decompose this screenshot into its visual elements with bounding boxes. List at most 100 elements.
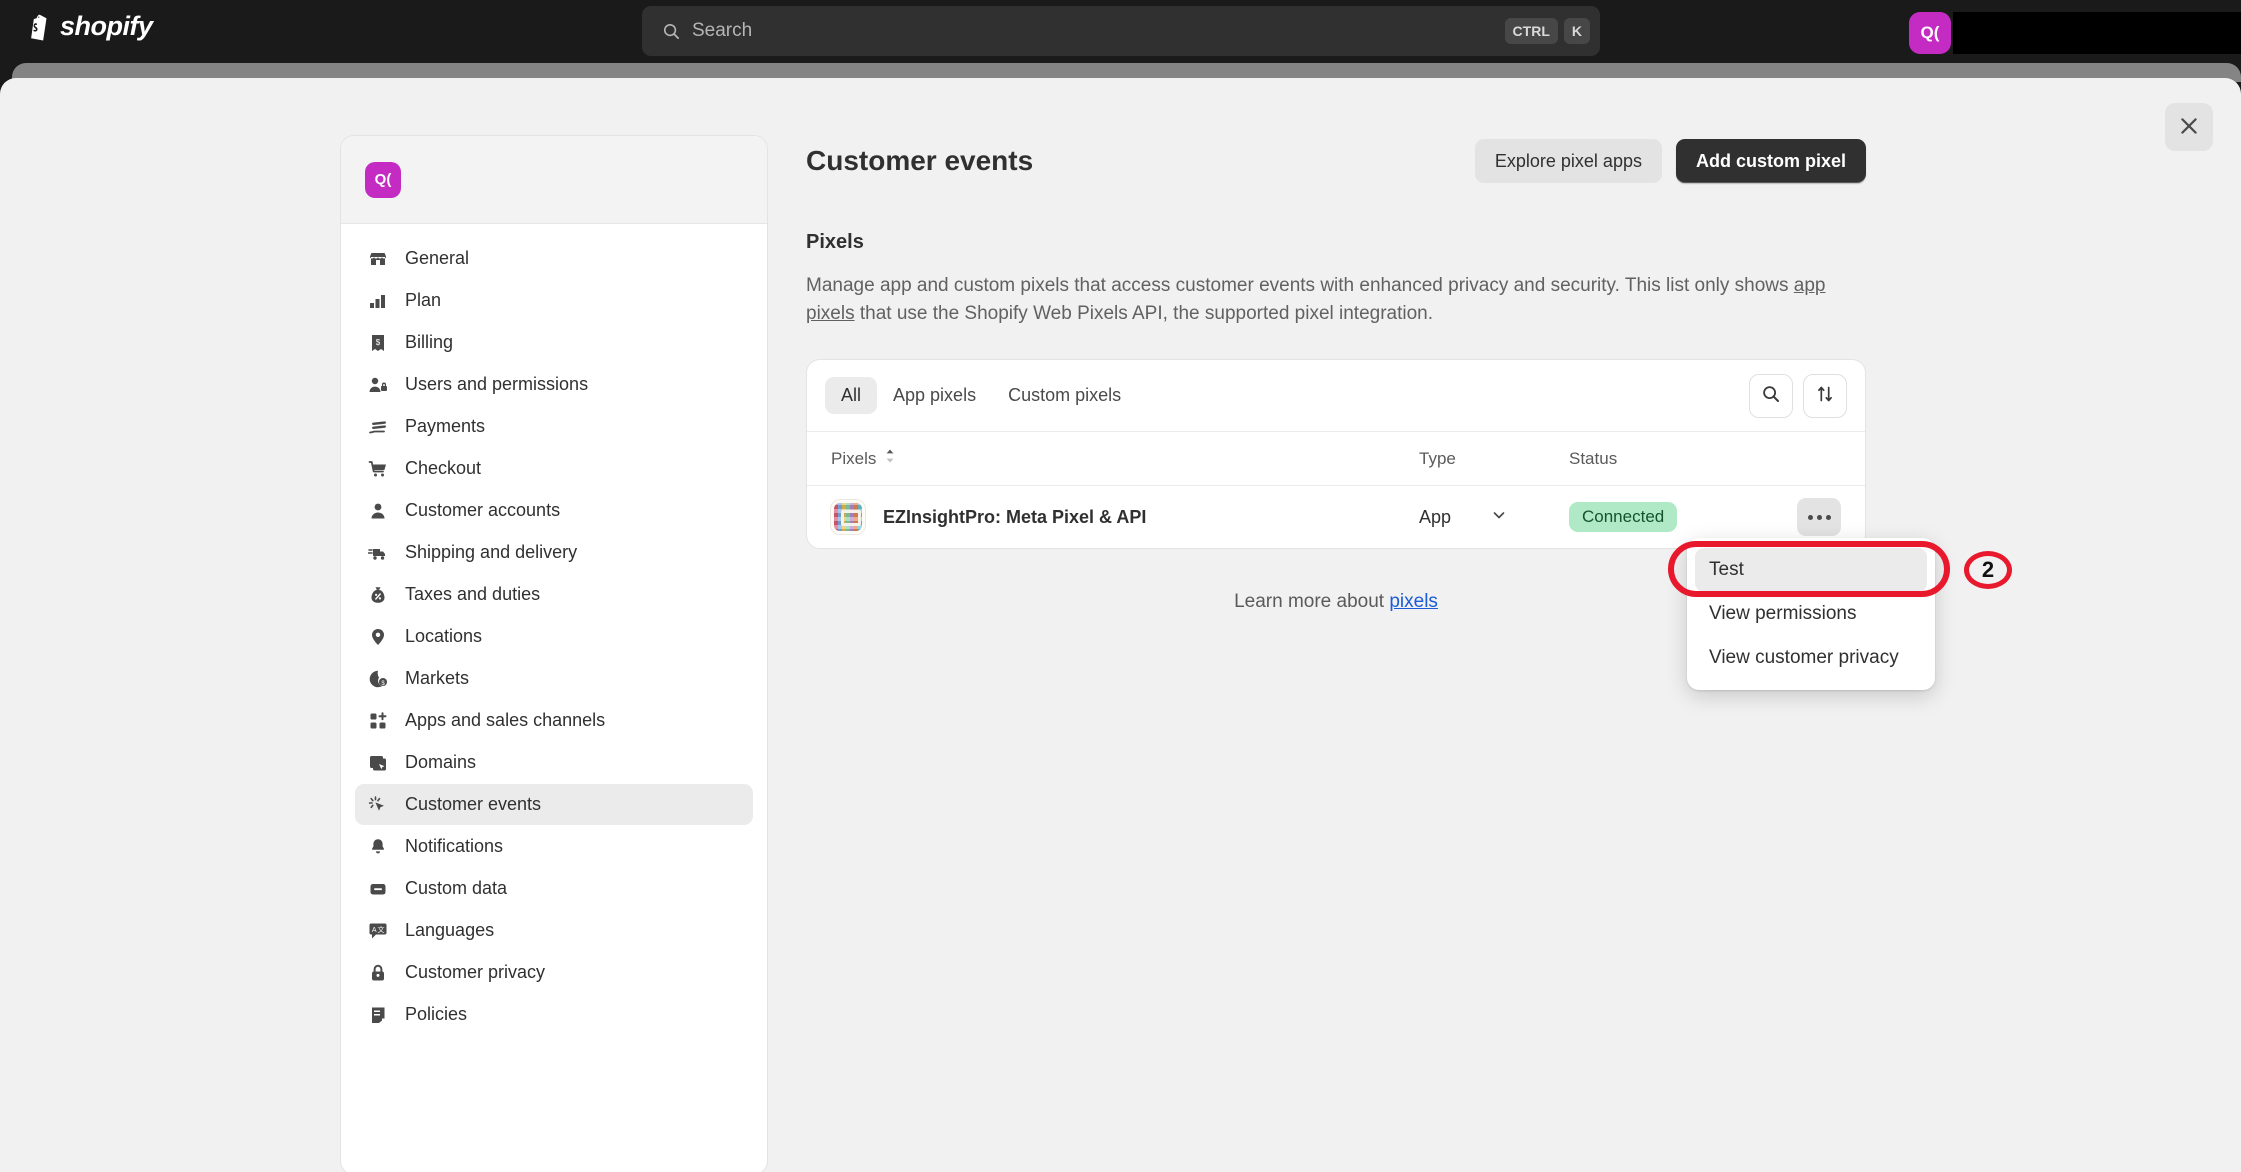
page-header: Customer events Explore pixel apps Add c…: [806, 135, 1866, 187]
globe-dollar-icon: $: [367, 668, 389, 690]
sidebar-item-payments[interactable]: Payments: [355, 406, 753, 447]
pixel-type-cell: App: [1419, 507, 1569, 528]
sidebar-item-policies[interactable]: Policies: [355, 994, 753, 1035]
sidebar-item-languages[interactable]: A文 Languages: [355, 910, 753, 951]
popover-item-view-customer-privacy[interactable]: View customer privacy: [1695, 636, 1927, 680]
settings-nav-header[interactable]: Q(: [341, 136, 767, 224]
shopify-logo[interactable]: shopify: [22, 11, 153, 42]
store-account-chip[interactable]: Q(: [1909, 8, 2241, 58]
table-search-button[interactable]: [1749, 373, 1793, 418]
description-text-part2: that use the Shopify Web Pixels API, the…: [854, 302, 1434, 324]
column-header-pixels-label: Pixels: [831, 448, 877, 468]
shopify-logo-text: shopify: [60, 11, 153, 41]
sidebar-item-checkout[interactable]: Checkout: [355, 448, 753, 489]
sidebar-item-apps-and-sales-channels[interactable]: Apps and sales channels: [355, 700, 753, 741]
sidebar-item-label: Custom data: [405, 878, 508, 898]
column-header-pixels[interactable]: Pixels: [831, 447, 1419, 470]
sidebar-item-billing[interactable]: $ Billing: [355, 322, 753, 363]
money-bag-percent-icon: [367, 584, 389, 606]
popover-item-view-permissions[interactable]: View permissions: [1695, 592, 1927, 636]
sidebar-item-domains[interactable]: Domains: [355, 742, 753, 783]
pixels-link[interactable]: pixels: [1389, 591, 1438, 612]
search-shortcut-key: K: [1563, 18, 1590, 44]
store-icon: [367, 248, 389, 270]
table-header-row: Pixels Type Status: [807, 432, 1865, 487]
column-header-status: Status: [1569, 448, 1618, 468]
policies-icon: [367, 1004, 389, 1026]
search-icon: [662, 22, 681, 41]
sidebar-item-label: Shipping and delivery: [405, 542, 578, 562]
pixel-actions-cell: [1779, 498, 1841, 537]
sidebar-item-label: Customer accounts: [405, 500, 561, 520]
sort-arrows-icon: [1815, 384, 1835, 407]
sidebar-item-customer-privacy[interactable]: Customer privacy: [355, 952, 753, 993]
bell-icon: [367, 836, 389, 858]
shopify-bag-icon: [22, 12, 52, 42]
sidebar-item-label: Policies: [405, 1004, 468, 1024]
settings-nav-list: General Plan $ Billing Users and permiss…: [341, 224, 767, 1049]
delivery-truck-icon: [367, 542, 389, 564]
sidebar-item-plan[interactable]: Plan: [355, 280, 753, 321]
svg-text:文: 文: [378, 925, 385, 934]
location-pin-icon: [367, 626, 389, 648]
chevron-down-icon[interactable]: [1491, 507, 1507, 528]
chart-bar-icon: [367, 290, 389, 312]
table-sort-button[interactable]: [1803, 373, 1847, 418]
sort-chevrons-icon: [884, 447, 896, 470]
sidebar-item-custom-data[interactable]: Custom data: [355, 868, 753, 909]
column-header-type: Type: [1419, 448, 1456, 468]
svg-text:A: A: [372, 927, 377, 934]
sidebar-item-label: Checkout: [405, 458, 482, 478]
section-description: Manage app and custom pixels that access…: [806, 272, 1836, 327]
sidebar-item-label: Notifications: [405, 836, 504, 856]
store-name-redacted: [1953, 12, 2241, 54]
status-badge: Connected: [1569, 502, 1678, 533]
sidebar-item-general[interactable]: General: [355, 238, 753, 279]
sidebar-item-label: Customer events: [405, 794, 542, 814]
add-custom-pixel-button[interactable]: Add custom pixel: [1675, 139, 1866, 183]
global-search-input[interactable]: Search CTRL K: [642, 6, 1600, 56]
sidebar-item-label: Plan: [405, 290, 442, 310]
tab-app-pixels[interactable]: App pixels: [877, 377, 992, 414]
payment-card-icon: [367, 416, 389, 438]
sidebar-item-notifications[interactable]: Notifications: [355, 826, 753, 867]
sidebar-item-label: Markets: [405, 668, 470, 688]
pixel-name: EZInsightPro: Meta Pixel & API: [883, 506, 1147, 527]
row-actions-button[interactable]: [1797, 498, 1841, 537]
app-thumbnail-icon: [831, 500, 865, 535]
person-icon: [367, 500, 389, 522]
sidebar-item-label: Payments: [405, 416, 486, 436]
sidebar-item-users-and-permissions[interactable]: Users and permissions: [355, 364, 753, 405]
lock-icon: [367, 962, 389, 984]
search-icon: [1761, 384, 1781, 407]
tab-all[interactable]: All: [825, 377, 878, 415]
sidebar-item-locations[interactable]: Locations: [355, 616, 753, 657]
pixel-status-cell: Connected: [1569, 502, 1779, 533]
sidebar-item-label: Users and permissions: [405, 374, 589, 394]
search-shortcut-ctrl: CTRL: [1504, 18, 1558, 44]
pixels-tabs: All App pixels Custom pixels: [807, 360, 1865, 433]
sidebar-item-customer-accounts[interactable]: Customer accounts: [355, 490, 753, 531]
apps-plus-icon: [367, 710, 389, 732]
cart-icon: [367, 458, 389, 480]
explore-pixel-apps-button[interactable]: Explore pixel apps: [1474, 139, 1662, 183]
sidebar-item-label: Customer privacy: [405, 962, 546, 982]
description-text-part1: Manage app and custom pixels that access…: [806, 275, 1794, 296]
sidebar-item-customer-events[interactable]: Customer events: [355, 784, 753, 825]
sidebar-item-shipping-and-delivery[interactable]: Shipping and delivery: [355, 532, 753, 573]
top-bar: shopify Search CTRL K Q(: [0, 0, 2241, 66]
avatar: Q(: [1909, 12, 1951, 54]
sidebar-item-taxes-and-duties[interactable]: Taxes and duties: [355, 574, 753, 615]
settings-nav-card: Q( General Plan $ Billing Users and perm…: [340, 135, 768, 1172]
popover-item-test[interactable]: Test: [1695, 548, 1927, 592]
section-title: Pixels: [806, 231, 864, 253]
page-title: Customer events: [806, 145, 1034, 176]
close-icon: [2178, 115, 2200, 140]
pixel-type-label: App: [1419, 506, 1452, 527]
close-button[interactable]: [2165, 103, 2213, 151]
sidebar-item-label: Taxes and duties: [405, 584, 541, 604]
domains-icon: [367, 752, 389, 774]
pixels-table-card: All App pixels Custom pixels Pixels Type…: [806, 359, 1866, 550]
tab-custom-pixels[interactable]: Custom pixels: [992, 377, 1137, 414]
sidebar-item-markets[interactable]: $ Markets: [355, 658, 753, 699]
